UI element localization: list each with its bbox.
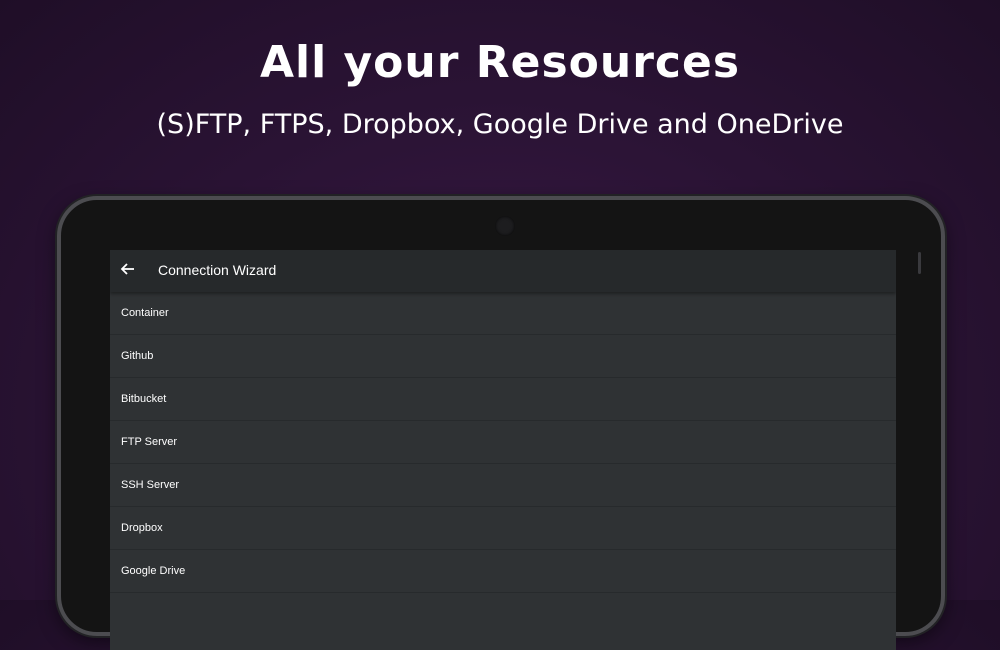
page-title: Connection Wizard: [158, 262, 277, 278]
list-item-ssh-server[interactable]: SSH Server: [110, 464, 896, 507]
camera-icon: [495, 216, 515, 236]
arrow-back-icon[interactable]: [119, 260, 137, 278]
list-item-container[interactable]: Container: [110, 292, 896, 335]
promo-subheadline: (S)FTP, FTPS, Dropbox, Google Drive and …: [156, 109, 844, 140]
list-item-dropbox[interactable]: Dropbox: [110, 507, 896, 550]
app-bar: Connection Wizard: [110, 250, 896, 292]
list-item-bitbucket[interactable]: Bitbucket: [110, 378, 896, 421]
connection-type-list: Container Github Bitbucket FTP Server SS…: [110, 292, 896, 593]
promo-headline: All your Resources: [259, 37, 741, 88]
list-item-ftp-server[interactable]: FTP Server: [110, 421, 896, 464]
app-screen: Connection Wizard Container Github Bitbu…: [110, 250, 896, 650]
tablet-frame: Connection Wizard Container Github Bitbu…: [57, 196, 945, 650]
list-item-github[interactable]: Github: [110, 335, 896, 378]
list-item-google-drive[interactable]: Google Drive: [110, 550, 896, 593]
tablet-side-button: [918, 252, 921, 274]
